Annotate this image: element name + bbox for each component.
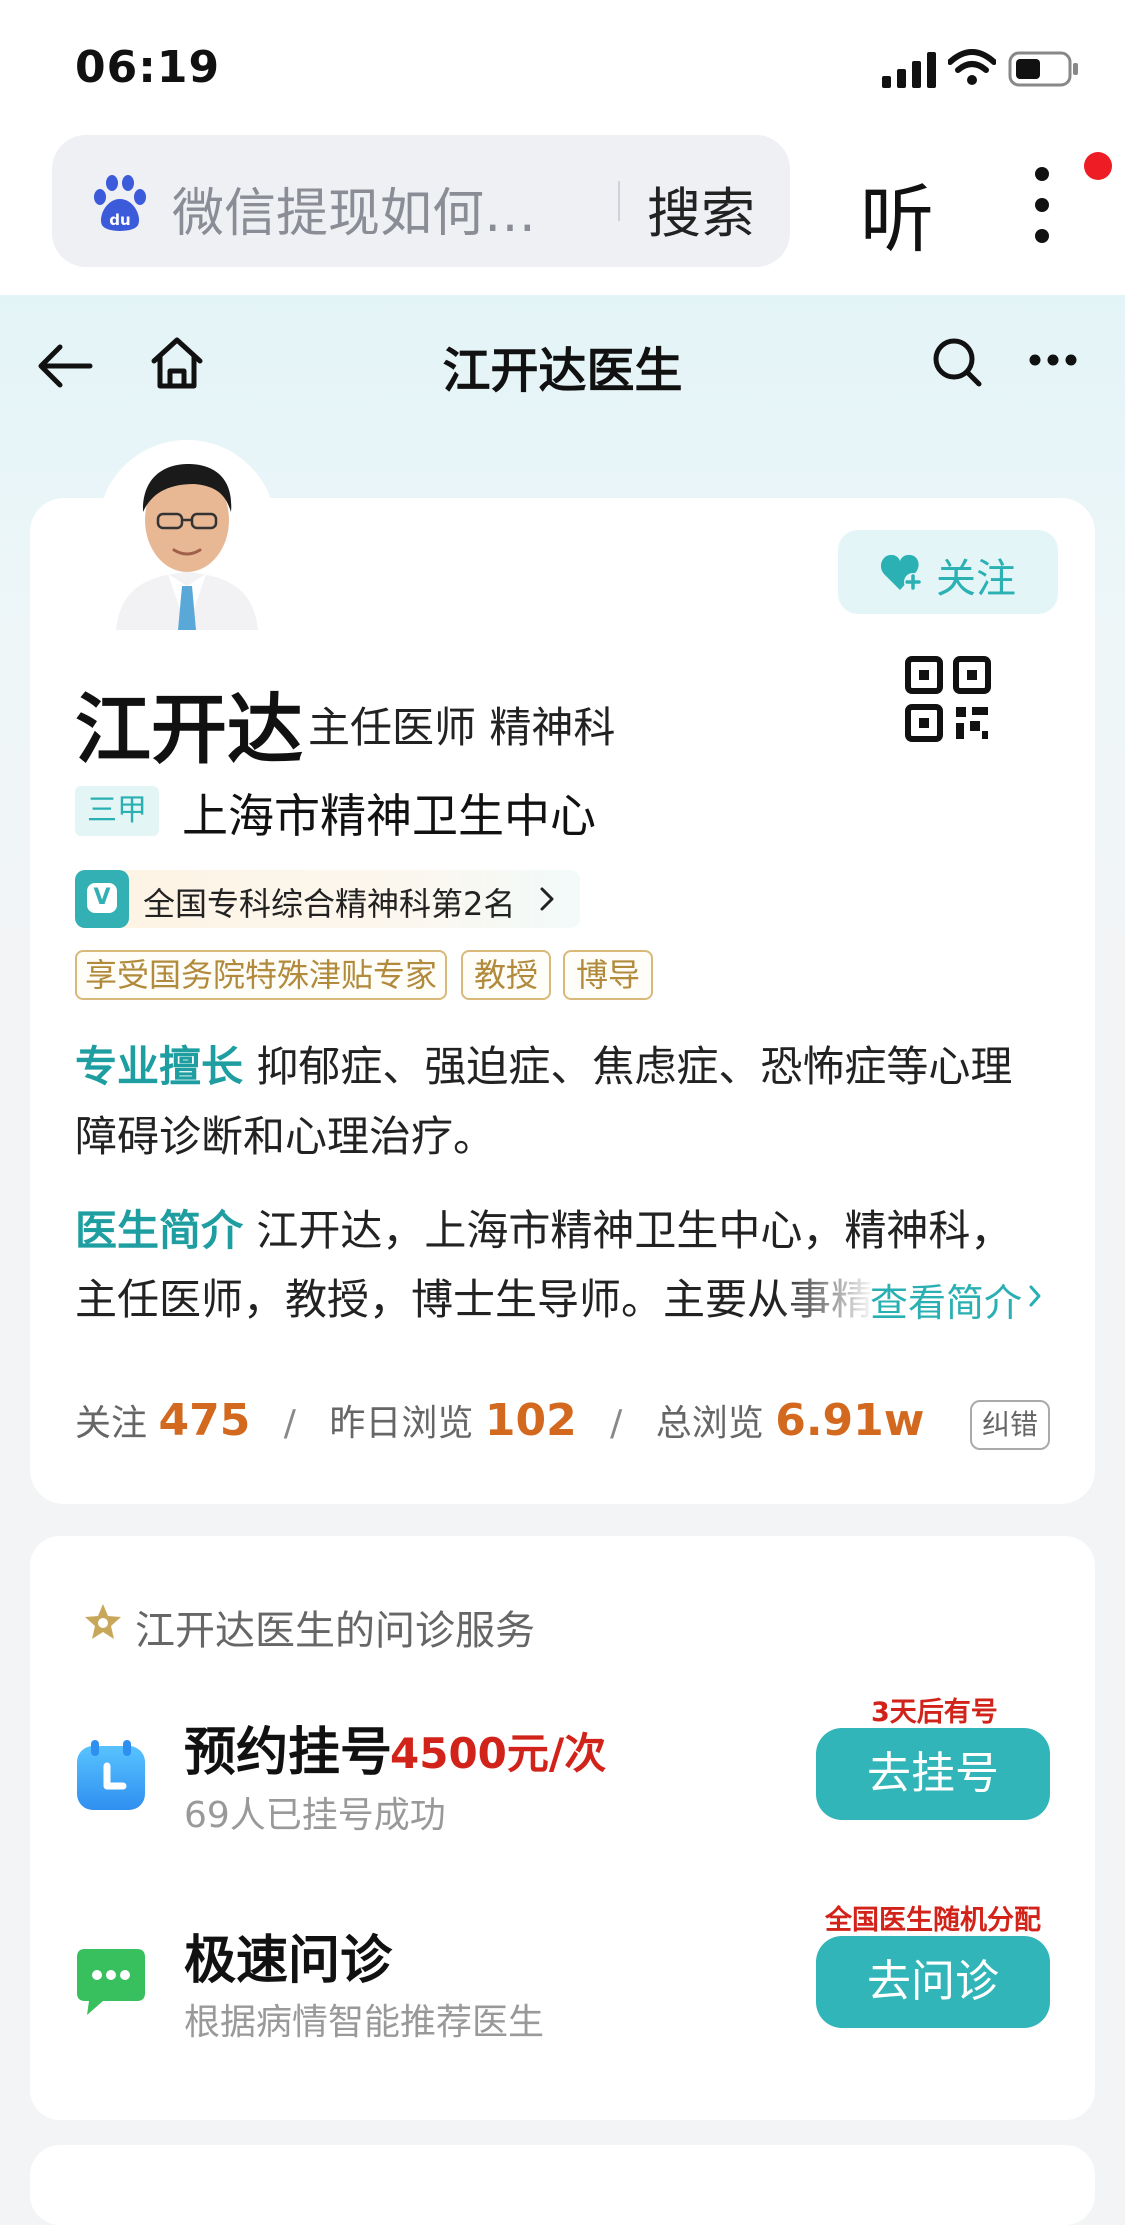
stat-separator: / [283, 1403, 296, 1444]
calendar-clock-icon [77, 1740, 145, 1810]
intro-text-line2: 主任医师，教授，博士生导师。主要从事精 [75, 1275, 874, 1324]
service-subtitle: 69人已挂号成功 [184, 1795, 446, 1836]
tag-special-allowance: 享受国务院特殊津贴专家 [75, 950, 447, 1000]
search-button[interactable]: 搜索 [647, 169, 755, 248]
verified-icon: V [75, 870, 129, 928]
address-divider [618, 181, 620, 221]
report-error-button[interactable]: 纠错 [970, 1400, 1050, 1450]
verified-letter: V [87, 883, 117, 913]
star-badge-icon [85, 1604, 121, 1639]
tag-phd-supervisor: 博导 [563, 950, 653, 1000]
stat-separator: / [610, 1403, 623, 1444]
ranking-text: 全国专科综合精神科第2名 [143, 885, 516, 923]
service-subtitle: 根据病情智能推荐医生 [184, 2002, 545, 2043]
intro-text-line1: 江开达，上海市精神卫生中心，精神科， [256, 1206, 1013, 1255]
hospital-level-badge: 三甲 [75, 786, 159, 836]
service-name-quick-consult: 极速问诊 [184, 1931, 393, 1991]
stats-row: 关注 475 / 昨日浏览 102 / 总浏览 6.91w [75, 1394, 924, 1446]
more-options-icon[interactable] [1028, 353, 1078, 367]
service-allocation-note: 全国医生随机分配 [825, 1905, 1041, 1936]
stat-yesterday-label: 昨日浏览 [329, 1403, 474, 1444]
battery-icon [1008, 51, 1078, 87]
intro-label: 医生简介 [75, 1206, 244, 1255]
chevron-right-icon [540, 887, 554, 911]
specialty-label: 专业擅长 [75, 1042, 244, 1091]
chat-bubble-icon [77, 1949, 145, 2015]
stat-follow-value: 475 [158, 1395, 251, 1446]
stat-total-value: 6.91w [775, 1395, 925, 1446]
listen-button[interactable]: 听 [860, 160, 934, 267]
chevron-right-icon[interactable] [1028, 1284, 1042, 1308]
wifi-icon [948, 49, 996, 85]
quick-consult-button[interactable]: 去问诊 [816, 1936, 1050, 2028]
next-card [30, 2145, 1095, 2225]
doctor-title: 主任医师 精神科 [308, 703, 616, 752]
stat-follow-label: 关注 [75, 1403, 148, 1444]
cellular-signal-icon [882, 52, 936, 88]
page-header: 江开达医生 [0, 295, 1125, 430]
address-text[interactable]: 微信提现如何… [172, 171, 642, 246]
qr-code-icon[interactable] [905, 656, 991, 742]
search-icon[interactable] [930, 335, 984, 389]
doctor-portrait-icon [98, 440, 276, 630]
stat-yesterday-value: 102 [484, 1395, 577, 1446]
heart-plus-icon [880, 554, 922, 591]
status-time: 06:19 [75, 42, 221, 93]
status-bar: 06:19 [0, 0, 1125, 130]
doctor-name: 江开达 [75, 685, 303, 774]
follow-label: 关注 [936, 556, 1016, 602]
follow-button[interactable]: 关注 [838, 530, 1058, 614]
stat-total-label: 总浏览 [655, 1403, 764, 1444]
services-title: 江开达医生的问诊服务 [135, 1608, 535, 1654]
doctor-avatar[interactable] [98, 440, 276, 630]
address-bar[interactable]: du 微信提现如何… 搜索 [52, 135, 790, 267]
specialty-section: 专业擅长 抑郁症、强迫症、焦虑症、恐怖症等心理障碍诊断和心理治疗。 [75, 1032, 1035, 1172]
service-price: 4500元/次 [390, 1729, 607, 1778]
baidu-logo-icon: du [94, 175, 146, 231]
hospital-name[interactable]: 上海市精神卫生中心 [182, 780, 596, 846]
service-availability-note: 3天后有号 [871, 1697, 998, 1728]
intro-section: 医生简介 江开达，上海市精神卫生中心，精神科， [75, 1197, 1012, 1258]
service-name-appointment: 预约挂号 [184, 1723, 393, 1783]
book-appointment-button[interactable]: 去挂号 [816, 1728, 1050, 1820]
menu-more-icon[interactable] [1022, 160, 1062, 250]
tag-professor: 教授 [461, 950, 551, 1000]
ranking-badge[interactable]: V 全国专科综合精神科第2名 [75, 870, 580, 928]
browser-toolbar: du 微信提现如何… 搜索 听 [0, 130, 1125, 295]
view-intro-link[interactable]: 查看简介 [870, 1272, 1022, 1327]
svg-text:du: du [109, 211, 130, 229]
notification-dot [1084, 152, 1112, 180]
doctor-profile-card [30, 498, 1095, 1504]
